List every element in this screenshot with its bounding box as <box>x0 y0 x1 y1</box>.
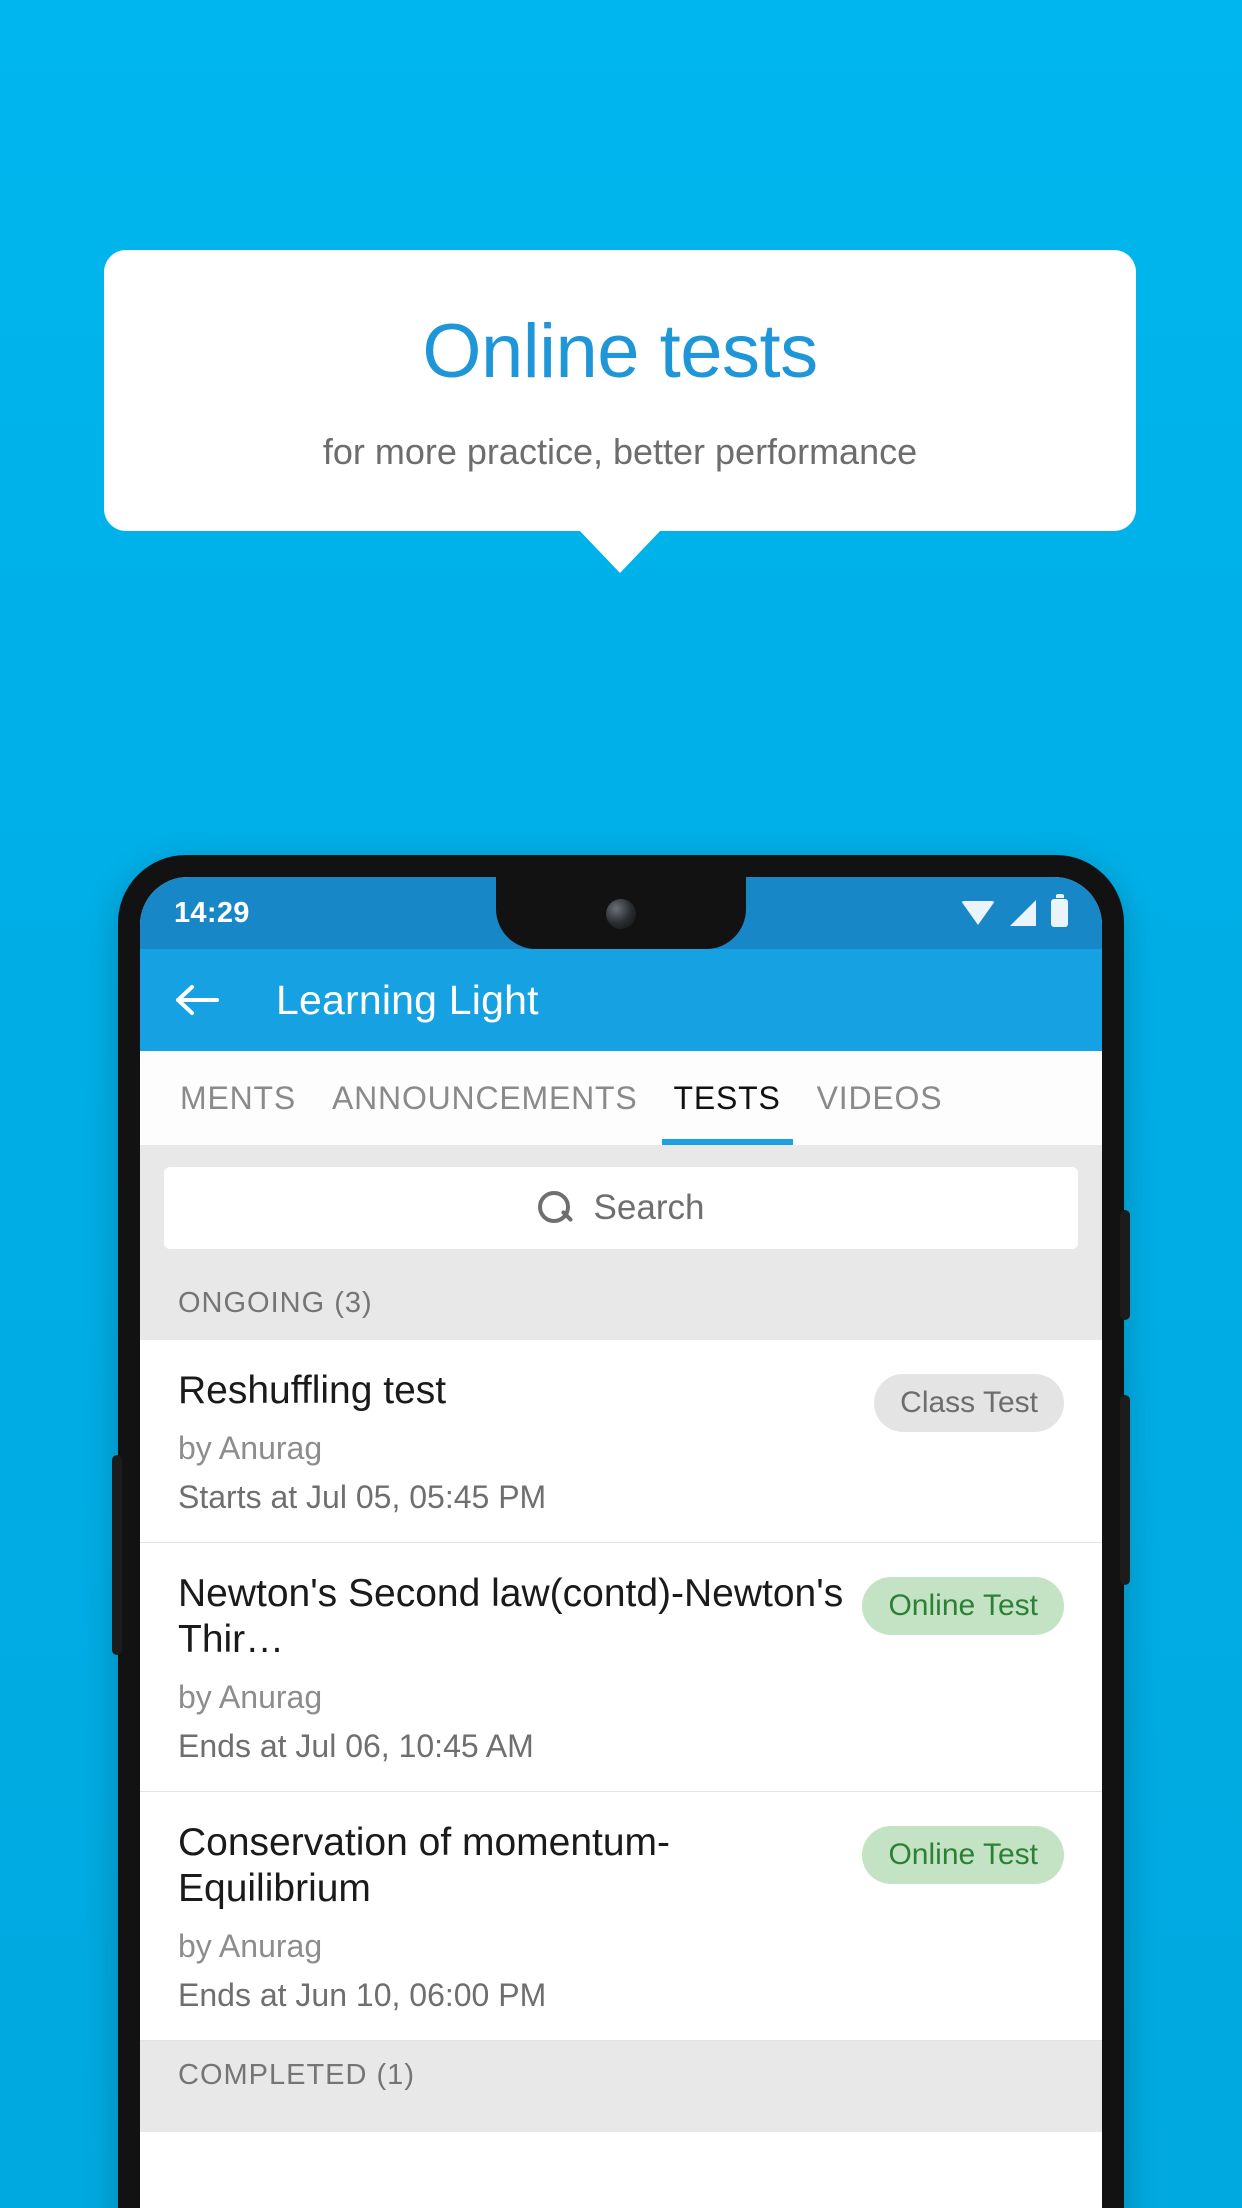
tab-bar: MENTS ANNOUNCEMENTS TESTS VIDEOS <box>140 1051 1102 1145</box>
promo-subtitle: for more practice, better performance <box>322 430 918 472</box>
promo-callout: Online tests for more practice, better p… <box>104 250 1136 573</box>
section-header-completed: COMPLETED (1) <box>140 2041 1102 2133</box>
battery-icon <box>1051 899 1068 927</box>
test-timing: Ends at Jun 10, 06:00 PM <box>178 1977 547 2014</box>
section-header-ongoing: ONGOING (3) <box>140 1269 1102 1340</box>
search-area: Search <box>140 1145 1102 1269</box>
phone-power-button <box>1120 1395 1130 1585</box>
test-title: Reshuffling test <box>178 1369 447 1412</box>
test-info: Newton's Second law(contd)-Newton's Thir… <box>178 1571 846 1765</box>
test-timing: Ends at Jul 06, 10:45 AM <box>178 1728 534 1765</box>
phone-screen: 14:29 Learning Light MENTS ANNOUNCEMENTS… <box>140 877 1102 2208</box>
promo-title: Online tests <box>422 309 818 394</box>
promo-screenshot: Online tests for more practice, better p… <box>0 0 1242 2208</box>
search-placeholder: Search <box>593 1188 705 1227</box>
tab-label: VIDEOS <box>816 1079 943 1116</box>
test-author: by Anurag <box>178 1679 323 1716</box>
phone-volume-button <box>1120 1210 1130 1320</box>
wifi-icon <box>961 901 995 925</box>
test-author: by Anurag <box>178 1928 323 1965</box>
test-info: Conservation of momentum-Equilibrium by … <box>178 1820 846 2014</box>
callout-tail-icon <box>578 528 662 573</box>
app-bar-title: Learning Light <box>276 976 539 1023</box>
app-bar: Learning Light <box>140 949 1102 1051</box>
status-badge: Online Test <box>862 1577 1064 1636</box>
front-camera-icon <box>606 899 636 929</box>
phone-left-button <box>112 1455 122 1655</box>
signal-icon <box>1010 900 1036 926</box>
tab-label: MENTS <box>180 1079 296 1116</box>
table-row[interactable]: Newton's Second law(contd)-Newton's Thir… <box>140 1543 1102 1793</box>
status-icons <box>961 899 1068 927</box>
tab-videos[interactable]: VIDEOS <box>799 1051 961 1145</box>
tab-announcements[interactable]: ANNOUNCEMENTS <box>314 1051 656 1145</box>
test-title: Newton's Second law(contd)-Newton's Thir… <box>178 1572 844 1662</box>
test-author: by Anurag <box>178 1430 323 1467</box>
search-icon <box>537 1191 572 1225</box>
tab-label: TESTS <box>673 1079 781 1116</box>
status-badge: Class Test <box>874 1374 1064 1432</box>
status-time: 14:29 <box>174 896 250 929</box>
table-row[interactable]: Conservation of momentum-Equilibrium by … <box>140 1792 1102 2042</box>
status-badge: Online Test <box>862 1826 1064 1885</box>
back-arrow-icon[interactable] <box>170 972 226 1028</box>
phone-mockup: 14:29 Learning Light MENTS ANNOUNCEMENTS… <box>112 855 1130 2208</box>
tab-label: ANNOUNCEMENTS <box>332 1079 638 1116</box>
search-input[interactable]: Search <box>164 1167 1078 1249</box>
test-timing: Starts at Jul 05, 05:45 PM <box>178 1479 547 1516</box>
test-info: Reshuffling test by Anurag Starts at Jul… <box>178 1368 858 1516</box>
tab-assignments[interactable]: MENTS <box>162 1051 314 1145</box>
test-title: Conservation of momentum-Equilibrium <box>178 1821 671 1911</box>
tab-tests[interactable]: TESTS <box>656 1051 799 1145</box>
table-row[interactable]: Reshuffling test by Anurag Starts at Jul… <box>140 1340 1102 1544</box>
